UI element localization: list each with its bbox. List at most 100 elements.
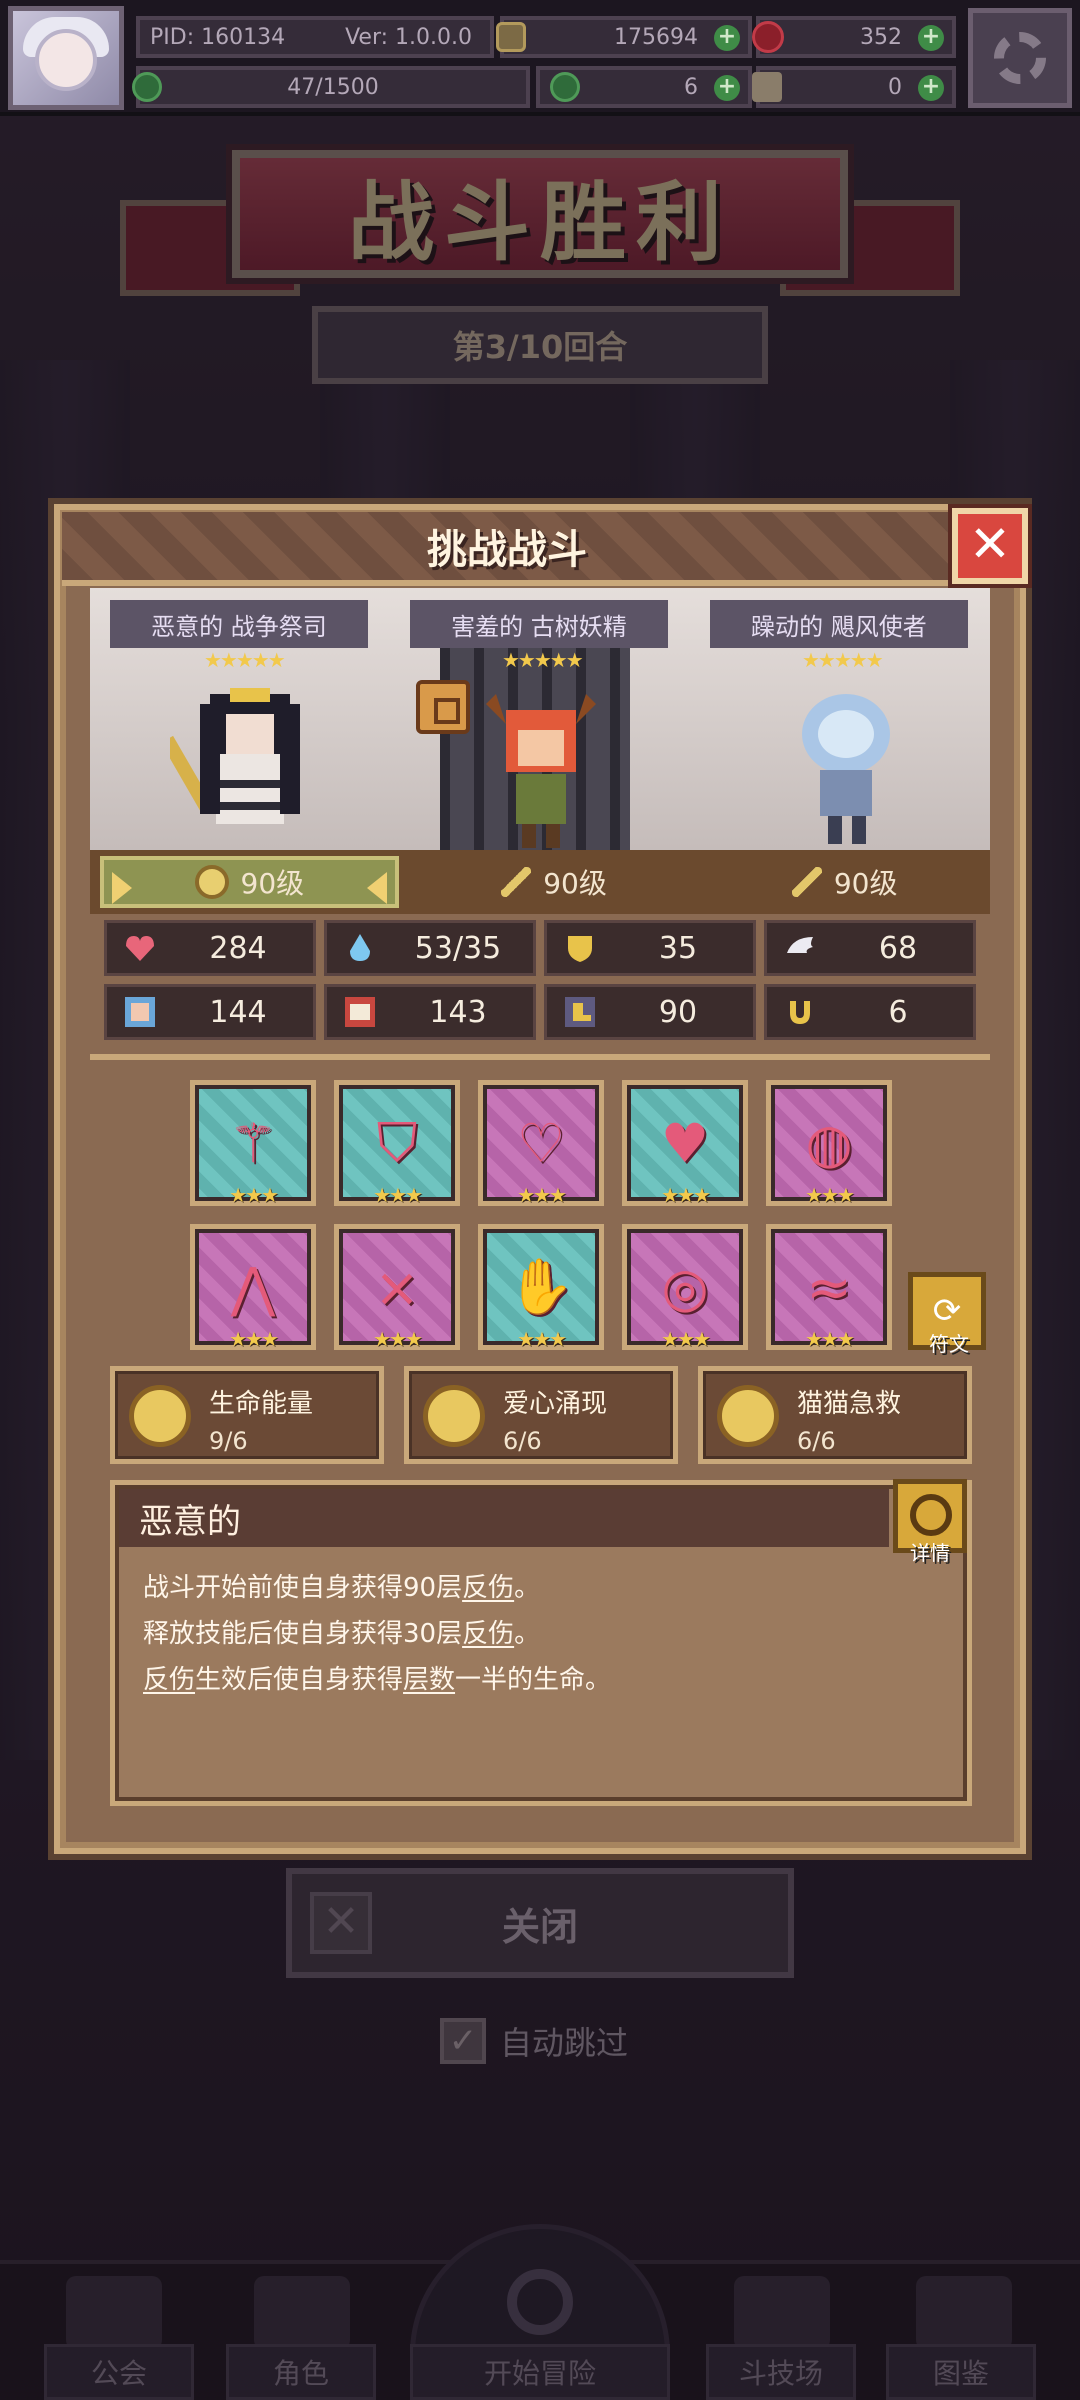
add-gold-button[interactable]: +	[714, 25, 740, 51]
set-bonus-name: 猫猫急救	[797, 1389, 902, 1419]
ruby-gem-icon	[752, 21, 784, 53]
add-clover-button[interactable]: +	[714, 75, 740, 101]
set-bonus-card[interactable]: 生命能量 9/6	[110, 1366, 384, 1464]
player-id: PID: 160134	[150, 24, 286, 50]
add-key-button[interactable]: +	[918, 75, 944, 101]
trait-text-segment: 战斗开始前使自身获得90层	[143, 1573, 463, 1603]
arrow-right-icon[interactable]	[366, 872, 387, 904]
settings-button[interactable]	[968, 8, 1072, 108]
stat-speed: 68	[764, 920, 976, 976]
section-divider	[90, 1054, 990, 1060]
keyword-link[interactable]: 反伤	[462, 1619, 514, 1649]
ruby-ring-icon: ◍	[805, 1111, 853, 1175]
spellbook-icon	[345, 997, 375, 1027]
rune-label: 符文	[929, 1332, 969, 1356]
arrow-left-icon[interactable]	[112, 872, 132, 904]
equipment-stars: ★★★	[661, 1183, 711, 1207]
set-bonus-card[interactable]: 猫猫急救 6/6	[698, 1366, 972, 1464]
trait-text-segment: 一半的生命。	[455, 1665, 612, 1695]
shield-icon	[568, 936, 592, 962]
stat-magic-value: 143	[429, 994, 487, 1030]
rune-refresh-icon: ⟳	[932, 1291, 962, 1331]
equipment-slot[interactable]: ◍ ★★★	[766, 1080, 892, 1207]
stat-luck: 6	[764, 984, 976, 1040]
mana-drop-icon	[350, 934, 370, 961]
equipment-slot[interactable]: ≈ ★★★	[766, 1224, 892, 1351]
winged-boots-icon: ≈	[806, 1255, 852, 1319]
set-bonus-row: 生命能量 9/6 爱心涌现 6/6 猫猫急救 6/6	[110, 1366, 972, 1464]
set-bonus-card[interactable]: 爱心涌现 6/6	[404, 1366, 678, 1464]
keyword-link[interactable]: 反伤	[143, 1665, 195, 1695]
hero-name-1: 恶意的 战争祭司	[110, 600, 368, 648]
trait-text-segment: 。	[514, 1619, 541, 1649]
equipment-slot[interactable]: ♡ ★★★	[478, 1080, 604, 1207]
stat-speed-value: 68	[878, 930, 918, 966]
hero-stars-3: ★★★★★	[802, 648, 884, 672]
hero-level-1-selected[interactable]: 90级	[100, 856, 399, 908]
equipment-slot[interactable]: ✋ ★★★	[478, 1224, 604, 1351]
equipment-slot[interactable]: ⋀ ★★★	[190, 1224, 316, 1351]
stat-health-value: 284	[209, 930, 267, 966]
equipment-slot[interactable]: ⛉ ★★★	[334, 1080, 460, 1207]
heart-icon	[126, 936, 154, 961]
modal-title: 挑战战斗	[427, 527, 587, 573]
stat-defense-value: 35	[658, 930, 698, 966]
trait-line: 释放技能后使自身获得30层反伤。	[143, 1611, 611, 1657]
war-priestess-sprite[interactable]	[170, 684, 330, 850]
trait-text-segment: 。	[514, 1573, 541, 1603]
gold-medal-icon	[129, 1385, 191, 1447]
key-icon	[752, 72, 782, 102]
equipment-stars: ★★★	[373, 1183, 423, 1207]
set-bonus-count: 9/6	[209, 1427, 248, 1455]
equipment-slot[interactable]: ⨯ ★★★	[334, 1224, 460, 1351]
clover-icon	[132, 72, 162, 102]
gear-icon	[994, 32, 1046, 84]
add-gem-button[interactable]: +	[918, 25, 944, 51]
fist-icon	[125, 997, 155, 1027]
hero-level-2: 90级	[543, 867, 607, 900]
keyword-link[interactable]: 层数	[403, 1665, 455, 1695]
hero-level-strip: 90级 90级 90级	[90, 850, 990, 914]
heart-shield-icon: ⛉	[376, 1111, 418, 1174]
hurricane-envoy-sprite[interactable]	[780, 684, 910, 850]
player-avatar[interactable]	[8, 6, 124, 110]
equipment-slot[interactable]: ⚚ ★★★	[190, 1080, 316, 1207]
set-bonus-count: 6/6	[797, 1427, 836, 1455]
avatar-face	[35, 29, 97, 91]
modal-close-button[interactable]: ✕	[952, 508, 1028, 584]
cat-paw-glove-icon: ✋	[507, 1255, 575, 1318]
level-coin-icon	[194, 865, 229, 899]
stat-attack-value: 144	[209, 994, 267, 1030]
clover-icon	[550, 72, 580, 102]
clover-counter: 6 +	[536, 66, 752, 108]
hero-level-3: 90级	[833, 867, 898, 900]
equipment-stars: ★★★	[517, 1327, 567, 1351]
tree-fairy-sprite[interactable]	[466, 684, 616, 850]
experience-value: 47/1500	[287, 74, 379, 100]
keyword-link[interactable]: 反伤	[462, 1573, 514, 1603]
lock-icon[interactable]	[416, 680, 470, 734]
stat-magic: 143	[324, 984, 536, 1040]
equipment-slot[interactable]: ◎ ★★★	[622, 1224, 748, 1351]
gem-counter: 352 +	[752, 16, 956, 58]
stat-defense: 35	[544, 920, 756, 976]
cat-ear-headband-icon: ⋀	[230, 1255, 276, 1319]
gem-collar-icon: ◎	[661, 1255, 709, 1319]
ribbon-bow-icon: ⨯	[374, 1255, 420, 1319]
hero-lineup: 恶意的 战争祭司 ★★★★★ 害羞的 古树妖精 ★★★★★ 躁动的 飓风使者 ★…	[90, 588, 990, 850]
gold-amount: 175694	[614, 24, 698, 50]
wrench-icon	[791, 867, 822, 897]
stat-attack: 144	[104, 984, 316, 1040]
hero-level-2-cell[interactable]: 90级	[409, 850, 700, 914]
equipment-grid: ⚚ ★★★ ⛉ ★★★ ♡ ★★★ ♥ ★★★ ◍ ★★★ ⋀ ★★★ ⨯ ★★★ ✋ ★★★ ◎ ★★★ ≈ ★★★	[190, 1080, 892, 1351]
stat-health: 284	[104, 920, 316, 976]
equipment-stars: ★★★	[229, 1183, 279, 1207]
hero-level-3-cell[interactable]: 90级	[699, 850, 990, 914]
top-status-bar: PID: 160134 Ver: 1.0.0.0 175694 + 352 + …	[0, 0, 1080, 116]
equipment-slot[interactable]: ♥ ★★★	[622, 1080, 748, 1207]
clover-amount: 6	[684, 74, 698, 100]
trait-text-segment: 释放技能后使自身获得30层	[143, 1619, 463, 1649]
set-bonus-name: 生命能量	[209, 1389, 314, 1419]
equipment-stars: ★★★	[229, 1327, 279, 1351]
boot-icon	[565, 997, 595, 1027]
